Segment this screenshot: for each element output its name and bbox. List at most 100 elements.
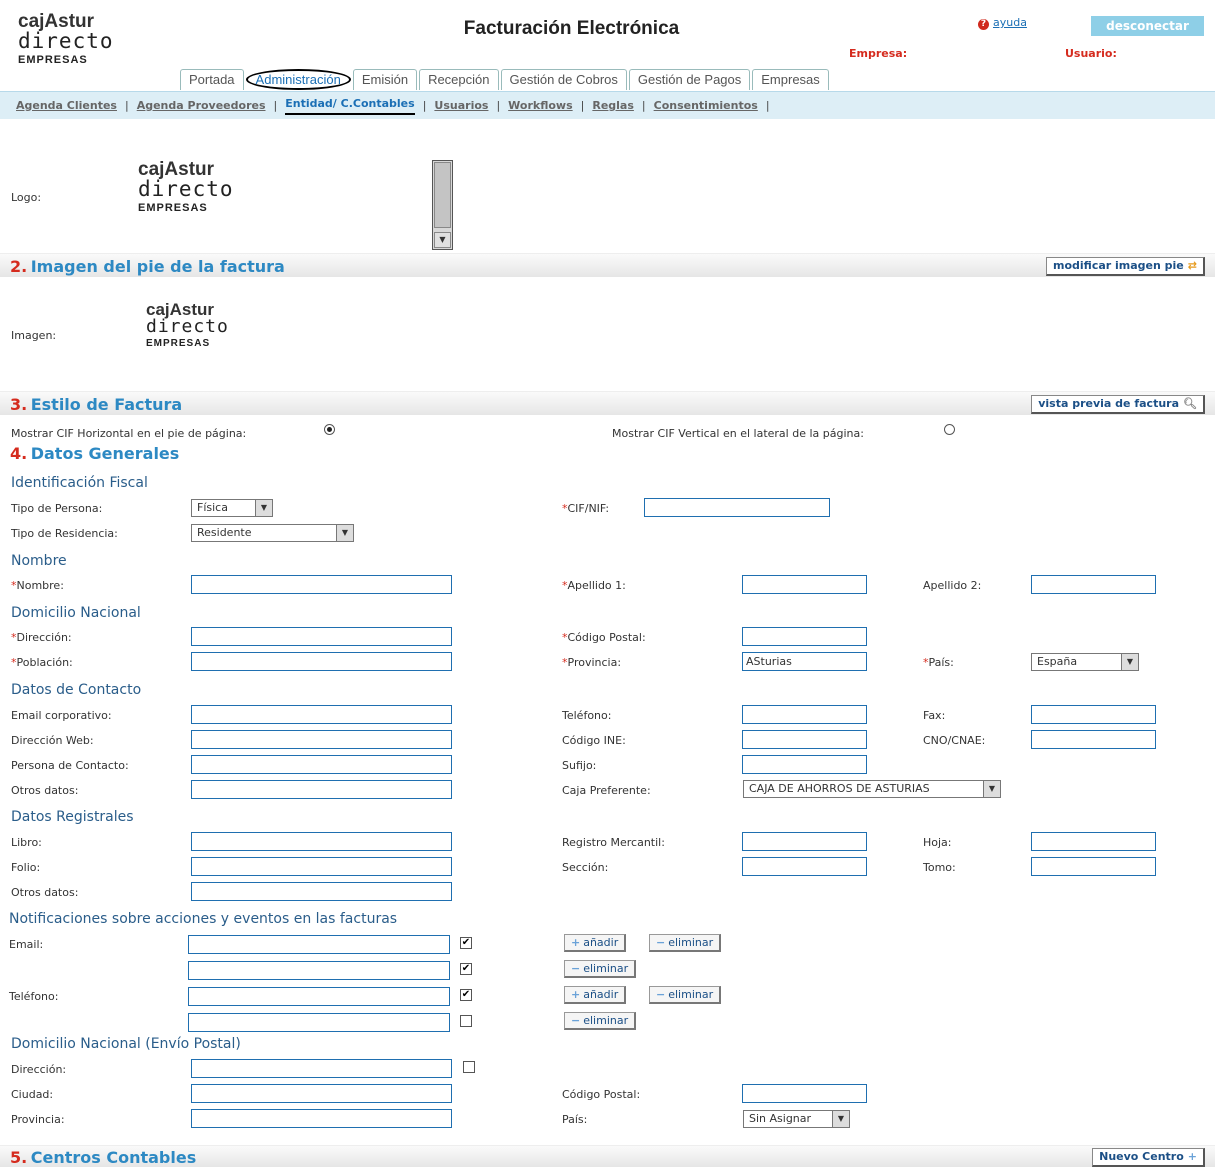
help-link[interactable]: ? ayuda [978, 16, 1027, 30]
web-input[interactable] [191, 730, 452, 749]
plus-icon: + [1187, 1150, 1197, 1163]
cif-vertical-label: Mostrar CIF Vertical en el lateral de la… [612, 427, 864, 440]
codigo-postal-input[interactable] [742, 627, 867, 646]
apellido1-input[interactable] [742, 575, 867, 594]
tab-empresas[interactable]: Empresas [752, 69, 829, 90]
notif-telefono-checkbox-1[interactable]: ✔ [460, 989, 472, 1001]
logout-button[interactable]: desconectar [1091, 16, 1204, 36]
notif-telefono-delete-button[interactable]: − eliminar [649, 986, 722, 1004]
subnav-agenda-clientes[interactable]: Agenda Clientes [16, 99, 117, 112]
nombre-title: Nombre [11, 553, 67, 569]
telefono-input[interactable] [742, 705, 867, 724]
subnav-usuarios[interactable]: Usuarios [434, 99, 488, 112]
telefono-label: Teléfono: [562, 709, 612, 722]
pais-select[interactable]: España ▼ [1031, 653, 1139, 671]
scroll-down-icon[interactable]: ▼ [434, 232, 451, 248]
postal-cp-label: Código Postal: [562, 1088, 641, 1101]
footer-line3: EMPRESAS [146, 338, 211, 349]
nombre-input[interactable] [191, 575, 452, 594]
imagen-label: Imagen: [11, 329, 57, 342]
seccion-input[interactable] [742, 857, 867, 876]
provincia-label: *Provincia: [562, 656, 622, 669]
subnav-workflows[interactable]: Workflows [508, 99, 572, 112]
tab-portada[interactable]: Portada [180, 69, 244, 90]
postal-provincia-input[interactable] [191, 1109, 452, 1128]
persona-contacto-label: Persona de Contacto: [11, 759, 129, 772]
section-estilo: 3. Estilo de Factura vista previa de fac… [0, 391, 1215, 415]
apellido1-label: *Apellido 1: [562, 579, 626, 592]
notif-email-input-2[interactable] [188, 961, 450, 980]
fiscal-title: Identificación Fiscal [11, 475, 148, 491]
subnav-entidad[interactable]: Entidad/ C.Contables [285, 97, 415, 115]
registro-mercantil-input[interactable] [742, 832, 867, 851]
email-corporativo-input[interactable] [191, 705, 452, 724]
postal-ciudad-input[interactable] [191, 1084, 452, 1103]
subnav-reglas[interactable]: Reglas [592, 99, 634, 112]
notif-email-label: Email: [9, 938, 44, 951]
persona-contacto-input[interactable] [191, 755, 452, 774]
notif-email-add-button[interactable]: + añadir [564, 934, 627, 952]
tab-gestion-cobros[interactable]: Gestión de Cobros [500, 69, 627, 90]
codigo-ine-input[interactable] [742, 730, 867, 749]
cif-vertical-radio[interactable] [944, 424, 955, 435]
modificar-imagen-button[interactable]: modificar imagen pie ⇄ [1046, 257, 1205, 276]
poblacion-input[interactable] [191, 652, 452, 671]
label-text: Código Postal: [567, 631, 646, 644]
logo-scrollbar[interactable]: ▼ [432, 160, 453, 250]
notif-email-checkbox-1[interactable]: ✔ [460, 937, 472, 949]
apellido2-input[interactable] [1031, 575, 1156, 594]
scroll-thumb[interactable] [434, 162, 451, 228]
vista-previa-button[interactable]: vista previa de factura 🔍︎ [1031, 395, 1205, 414]
notif-email-delete-button-2[interactable]: − eliminar [564, 960, 637, 978]
page-title: Facturación Electrónica [463, 18, 680, 39]
otros-datos-input[interactable] [191, 780, 452, 799]
notif-telefono-delete-button-2[interactable]: − eliminar [564, 1012, 637, 1030]
button-label: eliminar [668, 988, 714, 1001]
postal-pais-label: País: [562, 1113, 588, 1126]
notif-telefono-add-button[interactable]: + añadir [564, 986, 627, 1004]
registrales-otros-input[interactable] [191, 882, 452, 901]
select-value: Residente [197, 526, 252, 539]
fax-input[interactable] [1031, 705, 1156, 724]
select-value: Física [197, 501, 228, 514]
notif-email-input-1[interactable] [188, 935, 450, 954]
notificaciones-title: Notificaciones sobre acciones y eventos … [9, 911, 398, 927]
label-text: Provincia: [567, 656, 622, 669]
tab-emision[interactable]: Emisión [352, 69, 418, 90]
postal-provincia-label: Provincia: [11, 1113, 65, 1126]
sufijo-label: Sufijo: [562, 759, 597, 772]
provincia-input[interactable] [742, 652, 867, 671]
notif-telefono-checkbox-2[interactable] [460, 1015, 472, 1027]
notif-telefono-label: Teléfono: [9, 990, 59, 1003]
swap-icon: ⇄ [1187, 259, 1197, 272]
section-datos-generales: 4. Datos Generales [0, 443, 1215, 467]
notif-telefono-input-1[interactable] [188, 987, 450, 1006]
libro-input[interactable] [191, 832, 452, 851]
postal-direccion-input[interactable] [191, 1059, 452, 1078]
notif-email-delete-button[interactable]: − eliminar [649, 934, 722, 952]
notif-telefono-input-2[interactable] [188, 1013, 450, 1032]
tipo-persona-select[interactable]: Física ▼ [191, 499, 273, 517]
notif-email-checkbox-2[interactable]: ✔ [460, 963, 472, 975]
direccion-input[interactable] [191, 627, 452, 646]
folio-input[interactable] [191, 857, 452, 876]
postal-pais-select[interactable]: Sin Asignar ▼ [743, 1110, 850, 1128]
caja-preferente-select[interactable]: CAJA DE AHORROS DE ASTURIAS ▼ [743, 780, 1001, 798]
cif-input[interactable] [644, 498, 830, 517]
tipo-residencia-select[interactable]: Residente ▼ [191, 524, 354, 542]
tomo-input[interactable] [1031, 857, 1156, 876]
hoja-input[interactable] [1031, 832, 1156, 851]
cif-horizontal-radio[interactable] [324, 424, 335, 435]
postal-cp-input[interactable] [742, 1084, 867, 1103]
email-corporativo-label: Email corporativo: [11, 709, 112, 722]
tab-administracion[interactable]: Administración [245, 69, 351, 90]
magnifier-icon: 🔍︎ [1183, 397, 1197, 410]
cnae-input[interactable] [1031, 730, 1156, 749]
sufijo-input[interactable] [742, 755, 867, 774]
subnav-agenda-proveedores[interactable]: Agenda Proveedores [137, 99, 266, 112]
subnav-consentimientos[interactable]: Consentimientos [654, 99, 758, 112]
tab-gestion-pagos[interactable]: Gestión de Pagos [628, 69, 751, 90]
nuevo-centro-button[interactable]: Nuevo Centro + [1092, 1148, 1205, 1167]
postal-direccion-checkbox[interactable] [463, 1061, 475, 1073]
tab-recepcion[interactable]: Recepción [419, 69, 499, 90]
